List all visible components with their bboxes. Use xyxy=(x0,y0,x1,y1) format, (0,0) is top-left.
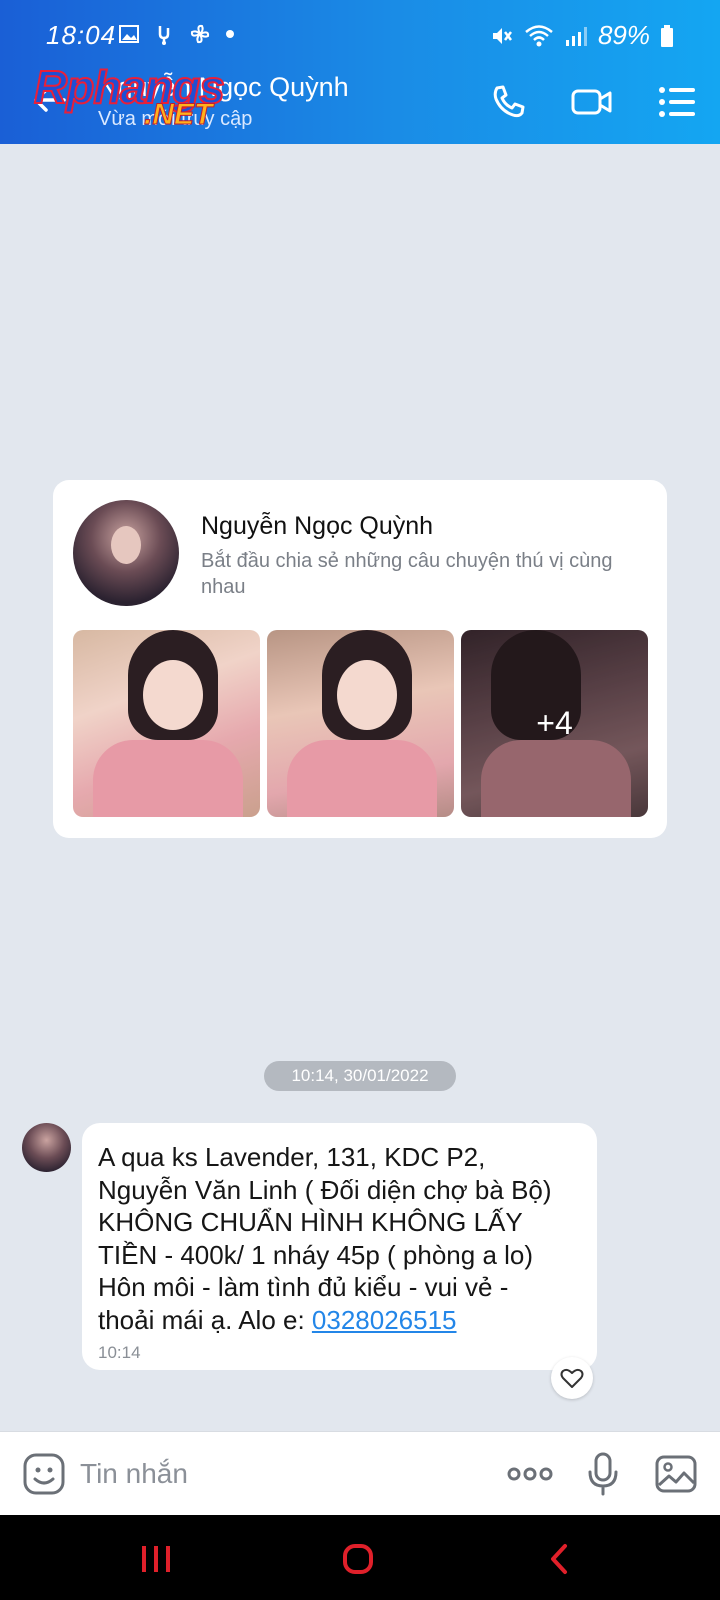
profile-photo[interactable] xyxy=(73,630,260,817)
message-bubble[interactable]: A qua ks Lavender, 131, KDC P2, Nguyễn V… xyxy=(82,1123,597,1370)
profile-avatar[interactable] xyxy=(73,500,179,606)
message-line-prefix: thoải mái ạ. Alo e: xyxy=(98,1304,312,1335)
message-line: TIỀN - 400k/ 1 nháy 45p ( phòng a lo) xyxy=(98,1239,534,1270)
profile-photos: +4 xyxy=(73,630,648,817)
back-chevron-icon xyxy=(551,1544,567,1574)
message-time: 10:14 xyxy=(98,1343,141,1362)
status-bar: 18:04 89% xyxy=(0,0,720,66)
profile-name: Nguyễn Ngọc Quỳnh xyxy=(201,512,434,540)
profile-photo-more[interactable]: +4 xyxy=(461,630,648,817)
date-divider: 10:14, 30/01/2022 xyxy=(264,1061,456,1091)
back-arrow-icon[interactable] xyxy=(30,80,70,120)
usb-icon xyxy=(158,26,170,45)
pinwheel-icon xyxy=(190,24,210,44)
message-line: Hôn môi - làm tình đủ kiểu - vui vẻ - xyxy=(98,1272,509,1302)
more-options-icon[interactable] xyxy=(506,1452,554,1496)
message-input-bar xyxy=(0,1431,720,1515)
signal-icon xyxy=(565,26,587,46)
recent-apps-icon xyxy=(142,1546,170,1572)
gallery-icon[interactable] xyxy=(654,1452,698,1496)
status-time: 18:04 xyxy=(46,20,117,50)
message-input[interactable] xyxy=(80,1450,460,1498)
message-line: Nguyễn Văn Linh ( Đối diện chợ bà Bộ) xyxy=(98,1174,552,1205)
home-icon xyxy=(343,1544,373,1574)
phone-icon[interactable] xyxy=(488,82,532,122)
home-button[interactable] xyxy=(328,1539,388,1579)
top-bar: 18:04 89% Nguyễn Ngọc Quỳnh Vừa mới truy… xyxy=(0,0,720,144)
profile-description: Bắt đầu chia sẻ những câu chuyện thú vị … xyxy=(201,550,613,598)
microphone-icon[interactable] xyxy=(586,1452,620,1496)
recent-apps-button[interactable] xyxy=(126,1539,186,1579)
dot-icon xyxy=(226,30,234,38)
reaction-button[interactable] xyxy=(551,1357,593,1399)
system-status: 89% xyxy=(490,20,674,51)
message-line-last: thoải mái ạ. Alo e: 0328026515 xyxy=(98,1304,588,1337)
system-nav-bar xyxy=(0,1515,720,1600)
wifi-icon xyxy=(525,24,553,46)
more-photos-count: +4 xyxy=(461,630,648,817)
menu-list-icon[interactable] xyxy=(656,82,700,122)
battery-percent: 89% xyxy=(597,20,650,50)
chat-header: Nguyễn Ngọc Quỳnh Vừa mới truy cập Rphan… xyxy=(0,60,720,144)
video-call-icon[interactable] xyxy=(570,82,614,122)
profile-card[interactable]: Nguyễn Ngọc Quỳnh Bắt đầu chia sẻ những … xyxy=(53,480,667,838)
heart-icon xyxy=(560,1368,584,1388)
contact-status: Vừa mới truy cập xyxy=(98,108,253,130)
phone-link[interactable]: 0328026515 xyxy=(312,1305,457,1335)
contact-name[interactable]: Nguyễn Ngọc Quỳnh xyxy=(98,72,349,103)
sticker-icon[interactable] xyxy=(22,1452,66,1496)
mute-icon xyxy=(492,27,512,44)
sender-avatar[interactable] xyxy=(22,1123,71,1172)
battery-icon xyxy=(661,24,673,47)
back-button[interactable] xyxy=(530,1539,590,1579)
notification-icons xyxy=(118,22,236,46)
message-text: A qua ks Lavender, 131, KDC P2, Nguyễn V… xyxy=(98,1141,588,1336)
image-icon xyxy=(119,25,139,43)
profile-photo[interactable] xyxy=(267,630,454,817)
message-line: A qua ks Lavender, 131, KDC P2, xyxy=(98,1142,486,1172)
message-line: KHÔNG CHUẨN HÌNH KHÔNG LẤY xyxy=(98,1207,523,1237)
